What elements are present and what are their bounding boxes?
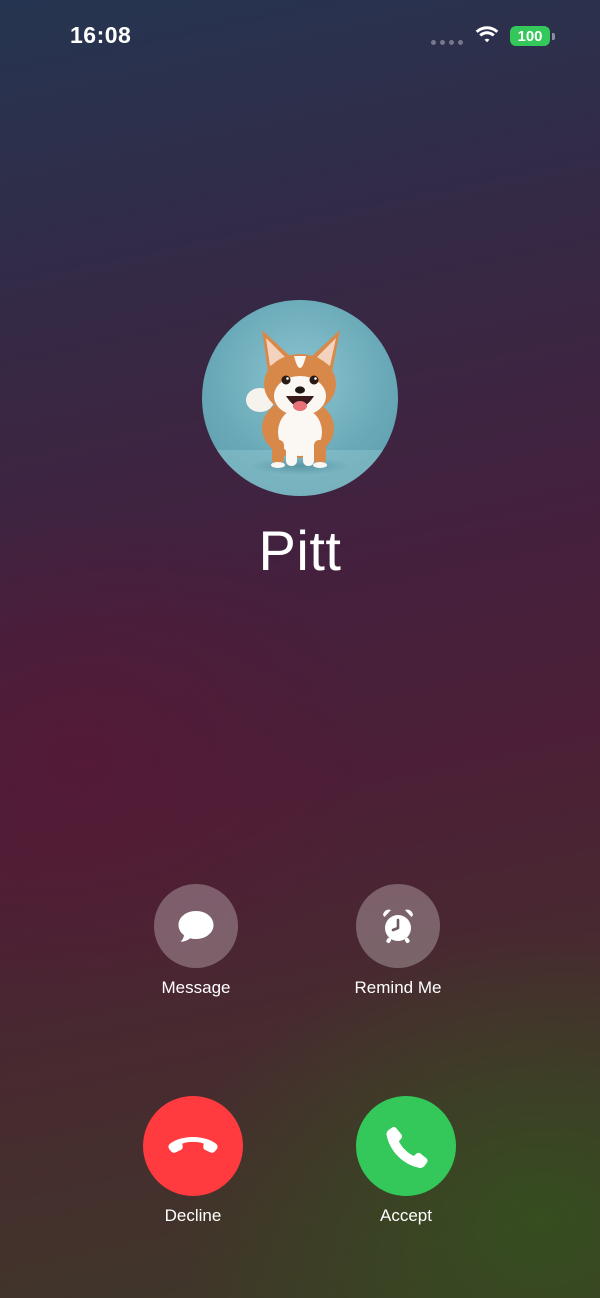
cellular-signal-icon — [431, 40, 465, 45]
caller-name: Pitt — [258, 519, 342, 582]
corgi-photo — [202, 330, 398, 496]
battery-cap — [552, 33, 555, 40]
remind-me-button[interactable] — [356, 884, 440, 968]
battery-body: 100 — [510, 26, 550, 46]
decline-button[interactable] — [143, 1096, 243, 1196]
wifi-icon — [475, 26, 499, 43]
battery-level: 100 — [517, 27, 543, 45]
battery-icon: 100 — [510, 26, 556, 46]
caller-avatar — [202, 300, 398, 496]
message-bubble-icon — [178, 911, 214, 942]
remind-me-label: Remind Me — [354, 978, 442, 997]
phone-icon — [386, 1127, 428, 1168]
accept-button[interactable] — [356, 1096, 456, 1196]
message-button[interactable] — [154, 884, 238, 968]
accept-action[interactable]: Accept — [326, 1096, 486, 1226]
decline-action[interactable]: Decline — [113, 1096, 273, 1226]
decline-label: Decline — [164, 1206, 222, 1225]
message-label: Message — [161, 978, 231, 997]
accept-label: Accept — [380, 1206, 432, 1225]
remind-me-action[interactable]: Remind Me — [318, 884, 478, 998]
message-action[interactable]: Message — [116, 884, 276, 998]
phone-hangup-icon — [168, 1137, 218, 1153]
status-time: 16:08 — [70, 22, 132, 48]
alarm-clock-icon — [383, 909, 413, 944]
status-bar: 16:08 100 — [0, 0, 600, 72]
